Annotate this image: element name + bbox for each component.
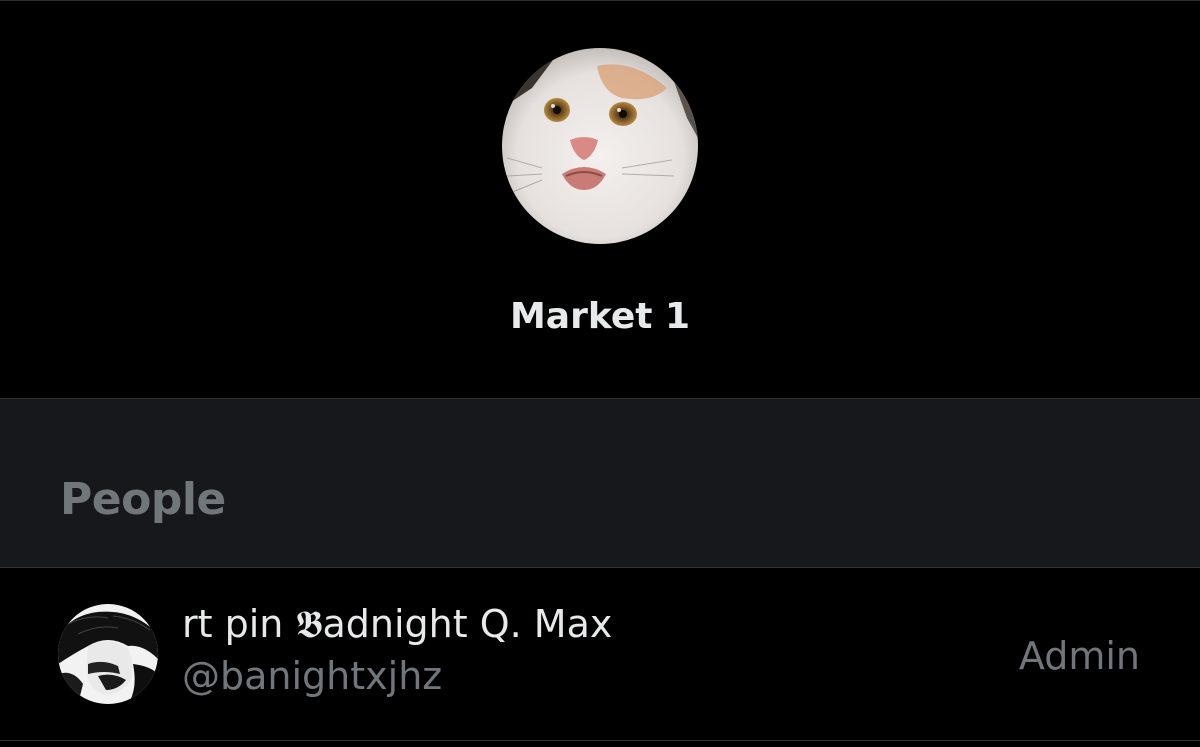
group-header: Market 1 bbox=[0, 0, 1200, 398]
group-info-screen: Market 1 People rt pin 𝕭adnight Q. Max @… bbox=[0, 0, 1200, 747]
group-name: Market 1 bbox=[509, 296, 691, 337]
user-avatar-image bbox=[58, 604, 158, 704]
divider bbox=[0, 740, 1200, 741]
member-avatar[interactable] bbox=[58, 604, 158, 704]
member-role-badge: Admin bbox=[1018, 634, 1140, 678]
member-row[interactable]: rt pin 𝕭adnight Q. Max @banightxjhz Admi… bbox=[0, 568, 1200, 740]
people-section-header: People bbox=[0, 399, 1200, 567]
section-title: People bbox=[60, 474, 226, 525]
member-handle: @banightxjhz bbox=[182, 654, 443, 698]
cat-avatar-image bbox=[502, 48, 698, 244]
member-display-name: rt pin 𝕭adnight Q. Max bbox=[182, 602, 613, 646]
group-avatar[interactable] bbox=[502, 48, 698, 244]
